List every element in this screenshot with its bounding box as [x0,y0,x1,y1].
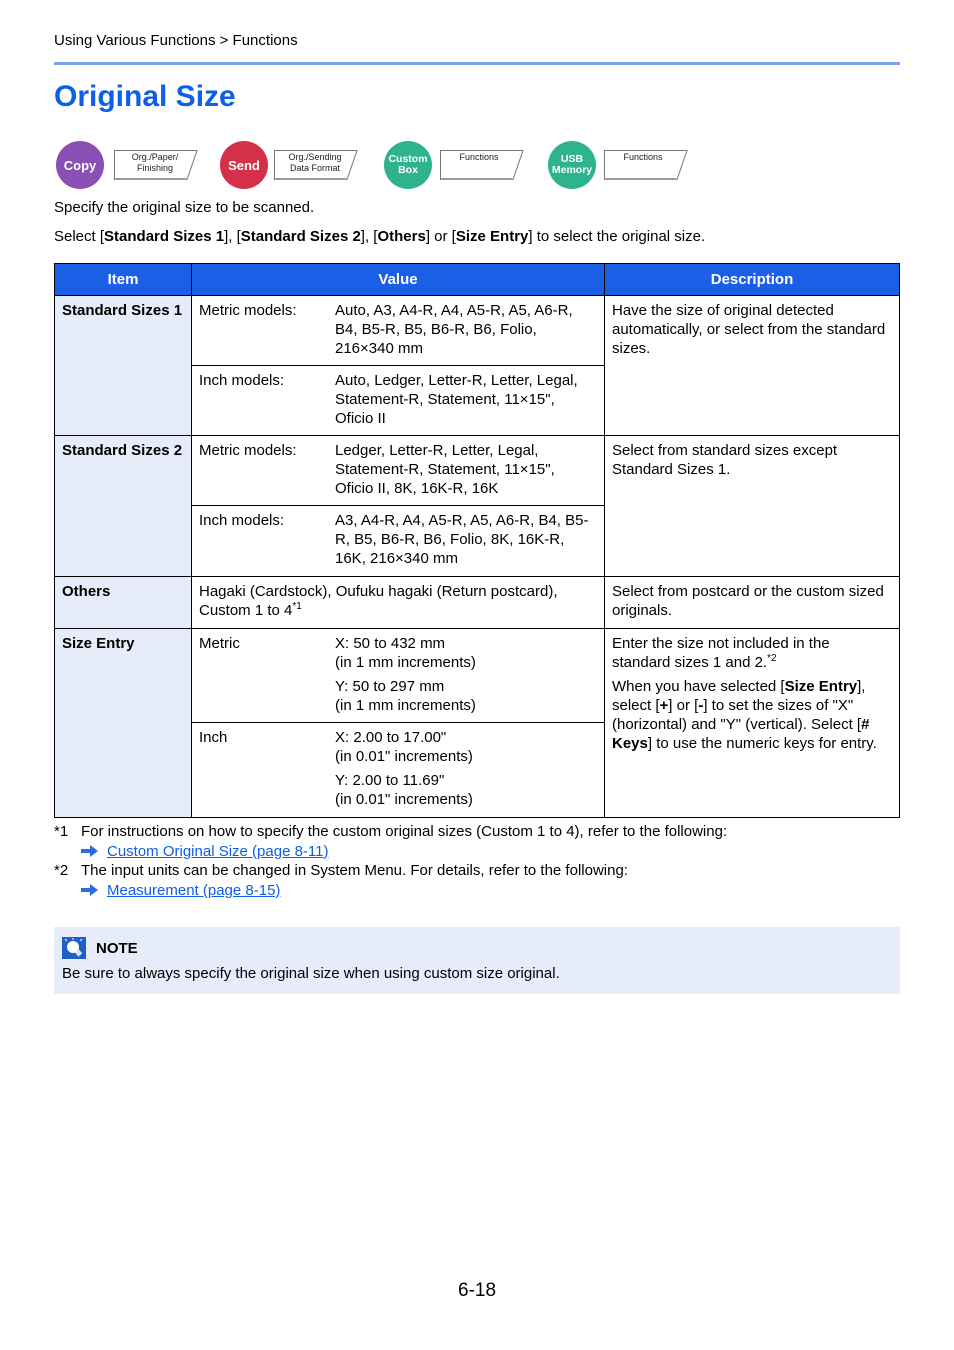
function-availability-row: Copy Org./Paper/ Finishing Send Org./Sen… [56,141,756,189]
value-cell: Inch X: 2.00 to 17.00" (in 0.01" increme… [191,722,605,818]
text: ], [ [360,228,378,245]
note-heading: NOTE [96,939,138,957]
breadcrumb: Using Various Functions > Functions [54,32,298,49]
metric-value: Auto, A3, A4-R, A4, A5-R, A5, A6-R, B4, … [335,302,573,357]
description-cell: Select from standard sizes except Standa… [604,435,900,577]
inch-x-range: X: 2.00 to 17.00" [335,729,447,746]
table-header-row: Item Value Description [54,263,900,296]
note-text: Be sure to always specify the original s… [62,965,560,982]
table-row: Size Entry Metric X: 50 to 432 mm (in 1 … [54,628,900,818]
description-cell: Enter the size not included in the stand… [604,628,900,818]
option-standard-sizes-2: Standard Sizes 2 [240,228,361,245]
header-divider [54,62,900,65]
inch-x-increment: (in 0.01" increments) [335,748,473,765]
value-cell: Inch models: A3, A4-R, A4, A5-R, A5, A6-R… [191,505,605,577]
inch-y-range: Y: 2.00 to 11.69" [335,772,445,789]
text: ], [ [224,228,241,245]
footnote: *1 For instructions on how to specify th… [54,822,900,842]
item-standard-sizes-2: Standard Sizes 2 [54,435,192,577]
send-mode-badge: Send [220,141,268,189]
inch-value: Auto, Ledger, Letter-R, Letter, Legal, S… [335,372,578,427]
text: ] or [ [425,228,456,245]
description-cell: Have the size of original detected autom… [604,295,900,436]
send-function-tag: Org./Sending Data Format [274,150,358,180]
header-item: Item [54,263,192,296]
footnote-text: For instructions on how to specify the c… [81,823,728,840]
value-cell: Inch models: Auto, Ledger, Letter-R, Lett… [191,365,605,436]
footnote-ref: *1 [292,601,302,612]
key-plus: + [659,697,669,714]
value-cell: Hagaki (Cardstock), Oufuku hagaki (Retur… [191,576,605,629]
option-standard-sizes-1: Standard Sizes 1 [104,228,225,245]
size-entry-desc-1: Enter the size not included in the stand… [612,635,830,671]
table-row: Others Hagaki (Cardstock), Oufuku hagaki… [54,576,900,629]
custom-box-mode-badge: Custom Box [384,141,432,189]
size-entry-desc-2: When you have selected [Size Entry], sel… [612,677,892,753]
footnotes: *1 For instructions on how to specify th… [54,822,900,900]
inch-label: Inch [199,729,228,746]
inch-label: Inch models: [199,512,285,529]
arrow-right-icon [81,884,98,897]
copy-function-tag: Org./Paper/ Finishing [114,150,198,180]
lightbulb-note-icon [62,937,86,959]
footnote-mark: *1 [54,823,69,840]
footnote-link-row: Custom Original Size (page 8-11) [54,842,900,862]
table-row: Standard Sizes 2 Metric models: Ledger, L… [54,435,900,577]
link-custom-original-size[interactable]: Custom Original Size (page 8-11) [107,842,328,862]
footnote-mark: *2 [54,862,69,879]
note-heading-row: NOTE [62,937,138,959]
header-description: Description [604,263,900,296]
metric-value: Ledger, Letter-R, Letter, Legal, Stateme… [335,442,555,497]
metric-label: Metric [199,635,240,652]
custom-box-function-tag: Functions [440,150,524,180]
footnote-text: The input units can be changed in System… [81,862,628,879]
inch-y-increment: (in 0.01" increments) [335,791,473,808]
metric-label: Metric models: [199,302,297,319]
note-box: NOTE Be sure to always specify the origi… [54,927,900,994]
original-size-table: Item Value Description Standard Sizes 1 … [54,263,900,818]
send-function-tag-label: Org./Sending Data Format [288,152,342,173]
inch-value: A3, A4-R, A4, A5-R, A5, A6-R, B4, B5-R, … [335,512,589,567]
item-size-entry: Size Entry [54,628,192,818]
metric-y-range: Y: 50 to 297 mm [335,678,445,695]
custom-box-function-tag-label: Functions [459,152,499,162]
others-value: Hagaki (Cardstock), Oufuku hagaki (Retur… [199,583,558,619]
metric-x-increment: (in 1 mm increments) [335,654,476,671]
option-size-entry: Size Entry [455,228,529,245]
key-size-entry: Size Entry [784,678,858,695]
item-standard-sizes-1: Standard Sizes 1 [54,295,192,436]
link-measurement[interactable]: Measurement (page 8-15) [107,881,280,901]
copy-function-tag-label: Org./Paper/ Finishing [131,152,179,173]
intro-text: Specify the original size to be scanned. [54,199,315,216]
metric-x-range: X: 50 to 432 mm [335,635,446,652]
intro-instructions: Select [Standard Sizes 1], [Standard Siz… [54,228,705,245]
footnote-ref: *2 [767,653,777,664]
value-cell: Metric X: 50 to 432 mm (in 1 mm incremen… [191,628,605,723]
page-number: 6-18 [458,1280,497,1301]
table-row: Standard Sizes 1 Metric models: Auto, A3,… [54,295,900,436]
value-cell: Metric models: Auto, A3, A4-R, A4, A5-R, … [191,295,605,366]
description-cell: Select from postcard or the custom sized… [604,576,900,629]
header-value: Value [191,263,605,296]
text: ] to select the original size. [528,228,706,245]
usb-memory-function-tag-label: Functions [623,152,663,162]
footnote: *2 The input units can be changed in Sys… [54,861,900,881]
item-others: Others [54,576,192,629]
footnote-link-row: Measurement (page 8-15) [54,881,900,901]
text: When you have selected [ [612,678,785,695]
option-others: Others [377,228,426,245]
page-title: Original Size [54,80,236,113]
arrow-right-icon [81,845,98,858]
text: Select [ [54,228,105,245]
metric-label: Metric models: [199,442,297,459]
usb-memory-mode-badge: USB Memory [548,141,596,189]
inch-label: Inch models: [199,372,285,389]
copy-mode-badge: Copy [56,141,104,189]
usb-memory-function-tag: Functions [604,150,688,180]
text: ] or [ [668,697,699,714]
metric-y-increment: (in 1 mm increments) [335,697,476,714]
text: ] to use the numeric keys for entry. [647,735,877,752]
value-cell: Metric models: Ledger, Letter-R, Letter, … [191,435,605,506]
